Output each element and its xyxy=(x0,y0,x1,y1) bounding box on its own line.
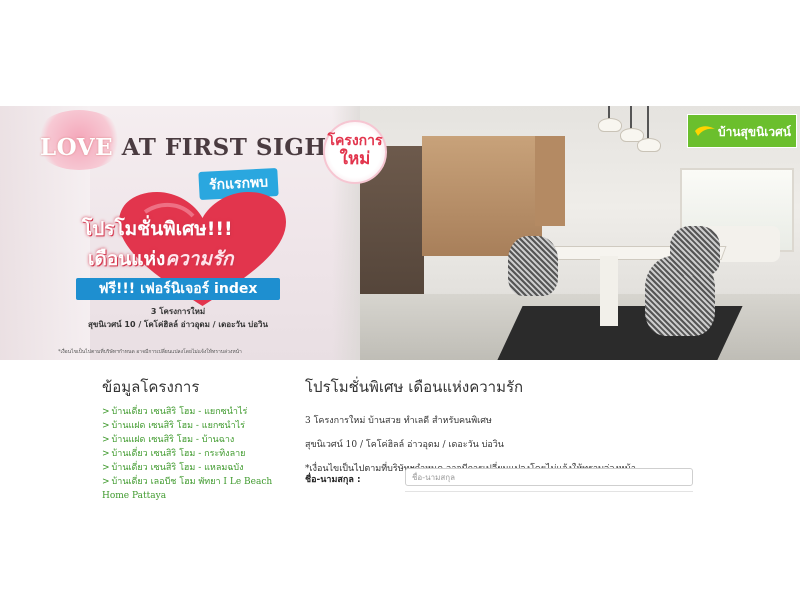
project-list-item[interactable]: > บ้านเดี่ยว เซนสิริ โฮม - กระทิงลาย xyxy=(102,447,302,461)
dining-chair xyxy=(508,236,558,296)
project-list-item[interactable]: > บ้านแฝด เซนสิริ โฮม - บ้านฉาง xyxy=(102,433,302,447)
project-list-item[interactable]: > บ้านเดี่ยว เซนสิริ โฮม - แหลมฉบัง xyxy=(102,461,302,475)
promo-projects-line: สุขนิเวศน์ 10 / โคโค่ฮิลล์ อ่าวอุดม / เด… xyxy=(305,440,504,450)
brand-logo[interactable]: บ้านสุขนิเวศน์ xyxy=(687,114,797,148)
banner-disclaimer: *เงื่อนไขเป็นไปตามที่บริษัทฯกำหนด อาจมีก… xyxy=(58,349,242,355)
form-divider xyxy=(405,491,693,492)
project-info-column: ข้อมูลโครงการ > บ้านเดี่ยว เซนสิริ โฮม - … xyxy=(102,375,302,503)
pendant-lamp xyxy=(637,138,661,152)
name-form-row: ชื่อ-นามสกุล : xyxy=(305,468,705,488)
chevron-right-icon: > xyxy=(102,421,110,431)
chevron-right-icon: > xyxy=(102,407,110,417)
promotion-title: โปรโมชั่นพิเศษ เดือนแห่งความรัก xyxy=(305,378,524,396)
project-link[interactable]: บ้านเดี่ยว เซนสิริ โฮม - แยกซนำไร่ xyxy=(112,407,248,417)
project-link[interactable]: บ้านแฝด เซนสิริ โฮม - บ้านฉาง xyxy=(112,435,235,445)
project-list-item[interactable]: > บ้านเดี่ยว เลอบีช โฮม พัทยา I Le Beach … xyxy=(102,475,302,503)
chevron-right-icon: > xyxy=(102,477,110,487)
project-list-item[interactable]: > บ้านเดี่ยว เซนสิริ โฮม - แยกซนำไร่ xyxy=(102,405,302,419)
project-names-text: สุขนิเวศน์ 10 / โคโค่ฮิลล์ อ่าวอุดม / เด… xyxy=(88,320,268,329)
project-link[interactable]: บ้านแฝด เซนสิริ โฮม - แยกซนำไร่ xyxy=(112,421,245,431)
project-link[interactable]: บ้านเดี่ยว เซนสิริ โฮม - กระทิงลาย xyxy=(112,449,246,459)
promo-headline-line1: โปรโมชั่นพิเศษ!!! xyxy=(82,218,233,240)
promo-headline-line2: เดือนแห่งความรัก xyxy=(88,248,234,270)
dining-chair xyxy=(670,226,720,276)
name-field-label: ชื่อ-นามสกุล : xyxy=(305,475,361,485)
promo-info-line: 3 โครงการใหม่ บ้านสวย ทำเลดี สำหรับคนพิเ… xyxy=(305,416,492,426)
banner-headline: LOVE AT FIRST SIGHT xyxy=(40,134,345,161)
chevron-right-icon: > xyxy=(102,435,110,445)
project-link[interactable]: บ้านเดี่ยว เลอบีช โฮม พัทยา I Le Beach H… xyxy=(102,477,272,501)
dining-table-leg xyxy=(600,256,618,326)
swoosh-logo-icon xyxy=(695,126,715,136)
name-field[interactable] xyxy=(405,468,693,486)
kitchen-cabinet-side xyxy=(535,136,565,226)
promotion-column: โปรโมชั่นพิเศษ เดือนแห่งความรัก 3 โครงกา… xyxy=(305,375,705,492)
pendant-lamp-cord xyxy=(647,106,649,140)
pendant-lamp-cord xyxy=(630,106,632,130)
new-project-badge: โครงการ ใหม่ xyxy=(323,120,387,184)
chevron-right-icon: > xyxy=(102,449,110,459)
free-furniture-bar: ฟรี!!! เฟอร์นิเจอร์ index xyxy=(76,278,280,300)
chevron-right-icon: > xyxy=(102,463,110,473)
pendant-lamp xyxy=(598,118,622,132)
project-link[interactable]: บ้านเดี่ยว เซนสิริ โฮม - แหลมฉบัง xyxy=(112,463,244,473)
project-count-text: 3 โครงการใหม่ xyxy=(150,307,206,316)
project-list: > บ้านเดี่ยว เซนสิริ โฮม - แยกซนำไร่ > บ้าน… xyxy=(102,405,302,503)
project-info-title: ข้อมูลโครงการ xyxy=(102,378,200,396)
promo-banner[interactable]: LOVE AT FIRST SIGHT รักแรกพบ โปรโมชั่นพิ… xyxy=(0,106,800,360)
project-list-item[interactable]: > บ้านแฝด เซนสิริ โฮม - แยกซนำไร่ xyxy=(102,419,302,433)
banner-promo-panel: LOVE AT FIRST SIGHT รักแรกพบ โปรโมชั่นพิ… xyxy=(0,106,372,360)
